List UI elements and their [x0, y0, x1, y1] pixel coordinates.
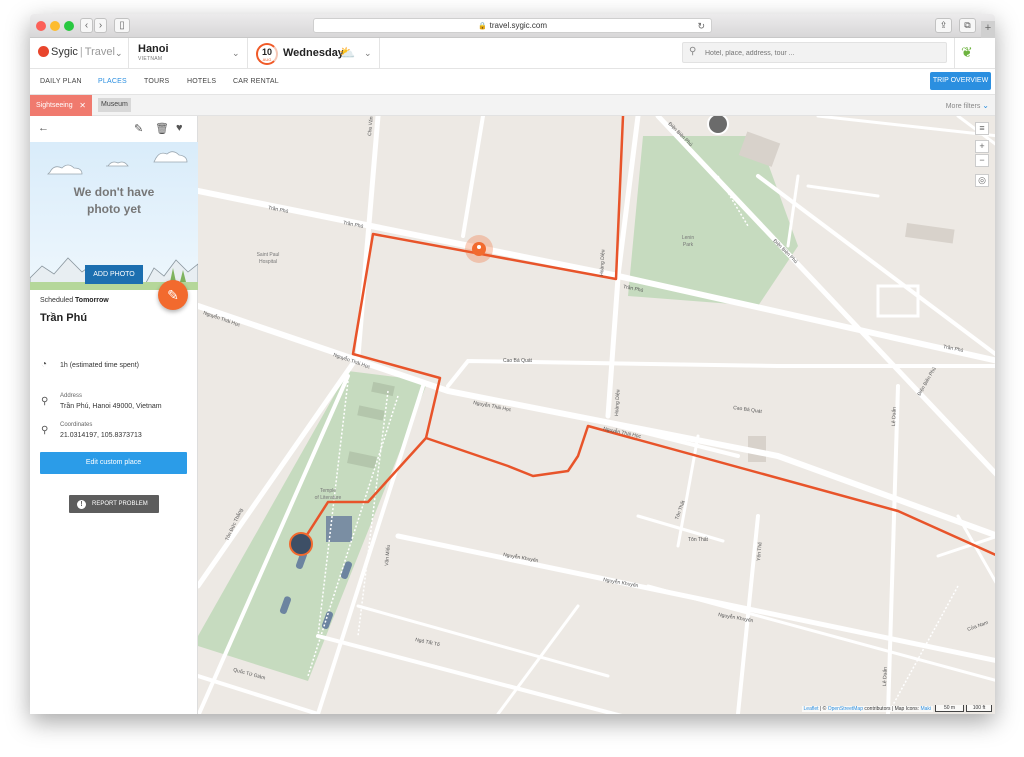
place-detail-panel: ← ✎ 🗑 ♥ We don't have photo yet ADD PHOT…: [30, 116, 198, 714]
leaflet-link[interactable]: Leaflet: [804, 706, 819, 712]
trash-icon[interactable]: 🗑: [155, 122, 169, 135]
user-avatar-leaf-icon[interactable]: ❦: [961, 44, 973, 61]
layers-icon[interactable]: ≡: [975, 122, 989, 135]
destination-country: VIETNAM: [138, 56, 163, 62]
map-pin-icon: ⚲: [41, 425, 49, 436]
browser-window: ‹ › ▯ 🔒 travel.sygic.com ↻ ⇪ ⧉ + Sygic | Tr…: [30, 14, 995, 714]
clock-icon: ◔: [41, 359, 48, 370]
tab-daily-plan[interactable]: DAILY PLAN: [40, 78, 82, 85]
lock-icon: 🔒: [477, 23, 487, 30]
share-icon[interactable]: ⇪: [935, 18, 952, 33]
osm-link[interactable]: OpenStreetMap: [828, 706, 863, 712]
maki-link[interactable]: Maki: [920, 706, 931, 712]
reload-icon[interactable]: ↻: [697, 19, 705, 33]
sygic-logo[interactable]: Sygic | Travel: [38, 46, 115, 58]
main-tabs: DAILY PLAN PLACES TOURS HOTELS CAR RENTA…: [30, 69, 995, 95]
filter-chip-museum[interactable]: Museum: [98, 98, 131, 112]
weather-cloud-sun-icon: ⛅: [339, 45, 356, 60]
edit-custom-place-button[interactable]: Edit custom place: [40, 452, 187, 474]
close-icon[interactable]: ✕: [79, 95, 86, 116]
map-attribution: Leaflet | © OpenStreetMap contributors |…: [801, 706, 933, 712]
tab-places[interactable]: PLACES: [98, 78, 127, 85]
search-input[interactable]: [705, 46, 941, 60]
address-bar[interactable]: 🔒 travel.sygic.com ↻: [313, 18, 712, 33]
pencil-icon[interactable]: ✎: [158, 280, 188, 310]
sygic-logo-icon: [38, 46, 49, 57]
scale-meters: 50 m: [935, 705, 964, 712]
tab-car-rental[interactable]: CAR RENTAL: [233, 78, 279, 85]
zoom-window-button[interactable]: [64, 21, 74, 31]
no-photo-message: We don't have photo yet: [73, 185, 155, 216]
svg-text:Lê Duẩn: Lê Duẩn: [890, 407, 898, 426]
svg-text:Nguyễn Khuyến: Nguyễn Khuyến: [603, 576, 639, 589]
svg-text:Temple: Temple: [320, 488, 336, 494]
more-filters-button[interactable]: More filters ⌄: [946, 101, 989, 110]
coordinates-label: Coordinates: [60, 422, 93, 428]
svg-text:Park: Park: [683, 242, 694, 248]
coordinates-value: 21.0314197, 105.8373713: [60, 432, 142, 439]
scale-feet: 100 ft: [966, 705, 992, 712]
svg-text:of Literature: of Literature: [315, 495, 342, 501]
new-tab-button[interactable]: +: [981, 21, 995, 38]
tab-hotels[interactable]: HOTELS: [187, 78, 216, 85]
poi-photo-marker[interactable]: [707, 116, 729, 135]
svg-text:Hospital: Hospital: [259, 259, 277, 265]
url-text: travel.sygic.com: [489, 21, 548, 30]
svg-text:Lê Duẩn: Lê Duẩn: [881, 667, 889, 686]
svg-text:Hoàng Diệu: Hoàng Diệu: [614, 389, 621, 416]
map-canvas[interactable]: Trần Phú Trần Phú Trần Phú Trần Phú Nguy…: [198, 116, 995, 714]
sidebar-toggle-button[interactable]: ▯: [114, 18, 130, 33]
time-spent: 1h (estimated time spent): [60, 362, 139, 369]
report-problem-button[interactable]: ! REPORT PROBLEM: [69, 495, 159, 513]
chevron-down-icon[interactable]: ⌄: [232, 48, 240, 59]
svg-text:Cửa Nam: Cửa Nam: [966, 619, 989, 633]
map-pin-icon: ⚲: [41, 396, 49, 407]
zoom-in-button[interactable]: +: [975, 140, 989, 153]
address-value: Trần Phú, Hanoi 49000, Vietnam: [60, 403, 162, 410]
chevron-down-icon: ⌄: [982, 101, 989, 110]
svg-text:Cao Bá Quát: Cao Bá Quát: [733, 405, 763, 415]
add-photo-button[interactable]: ADD PHOTO: [85, 265, 143, 284]
svg-text:Quốc Tử Giám: Quốc Tử Giám: [232, 666, 266, 681]
svg-text:Lenin: Lenin: [682, 235, 694, 241]
heart-icon[interactable]: ♥: [176, 122, 183, 134]
building: [905, 222, 955, 244]
svg-text:Văn Miếu: Văn Miếu: [384, 544, 392, 566]
svg-text:Tôn Thất: Tôn Thất: [688, 537, 709, 543]
zoom-out-button[interactable]: −: [975, 154, 989, 167]
tab-tours[interactable]: TOURS: [144, 78, 169, 85]
place-title: Trần Phú: [40, 312, 88, 324]
alert-icon: !: [77, 500, 86, 509]
filters-bar: Sightseeing ✕ Museum More filters ⌄: [30, 95, 995, 116]
edit-note-icon[interactable]: ✎: [134, 122, 143, 135]
search-icon: ⚲: [689, 46, 697, 57]
close-window-button[interactable]: [36, 21, 46, 31]
address-label: Address: [60, 393, 83, 399]
map-view[interactable]: Trần Phú Trần Phú Trần Phú Trần Phú Nguy…: [198, 116, 995, 714]
svg-text:Yên Thế: Yên Thế: [756, 542, 764, 561]
search-box[interactable]: ⚲: [682, 42, 947, 63]
minimize-window-button[interactable]: [50, 21, 60, 31]
svg-text:Điện Biên Phủ: Điện Biên Phủ: [916, 366, 938, 397]
locate-icon[interactable]: ◎: [975, 174, 989, 187]
date-badge[interactable]: 10 AUG: [256, 43, 278, 65]
svg-text:Cao Bá Quát: Cao Bá Quát: [503, 358, 533, 364]
temple-photo-marker[interactable]: [289, 532, 313, 556]
photo-placeholder: We don't have photo yet ADD PHOTO: [30, 142, 198, 290]
arrow-left-icon[interactable]: ←: [38, 122, 49, 134]
app-header: Sygic | Travel ⌄ Hanoi VIETNAM ⌄ 10 AUG We…: [30, 38, 995, 69]
browser-titlebar: ‹ › ▯ 🔒 travel.sygic.com ↻ ⇪ ⧉ +: [30, 14, 995, 38]
chevron-down-icon[interactable]: ⌄: [115, 48, 123, 59]
forward-nav-button[interactable]: ›: [94, 18, 107, 33]
trip-overview-button[interactable]: TRIP OVERVIEW: [930, 72, 991, 90]
tabs-overview-icon[interactable]: ⧉: [959, 18, 976, 33]
svg-text:Ngô Tất Tố: Ngô Tất Tố: [415, 637, 441, 648]
svg-text:Saint Paul: Saint Paul: [257, 252, 280, 258]
selected-day[interactable]: Wednesday: [283, 47, 344, 59]
scheduled-info: Scheduled Tomorrow: [40, 297, 109, 304]
destination-city[interactable]: Hanoi: [138, 43, 169, 55]
back-nav-button[interactable]: ‹: [80, 18, 93, 33]
filter-chip-sightseeing[interactable]: Sightseeing ✕: [30, 95, 92, 116]
chevron-down-icon[interactable]: ⌄: [364, 48, 372, 59]
